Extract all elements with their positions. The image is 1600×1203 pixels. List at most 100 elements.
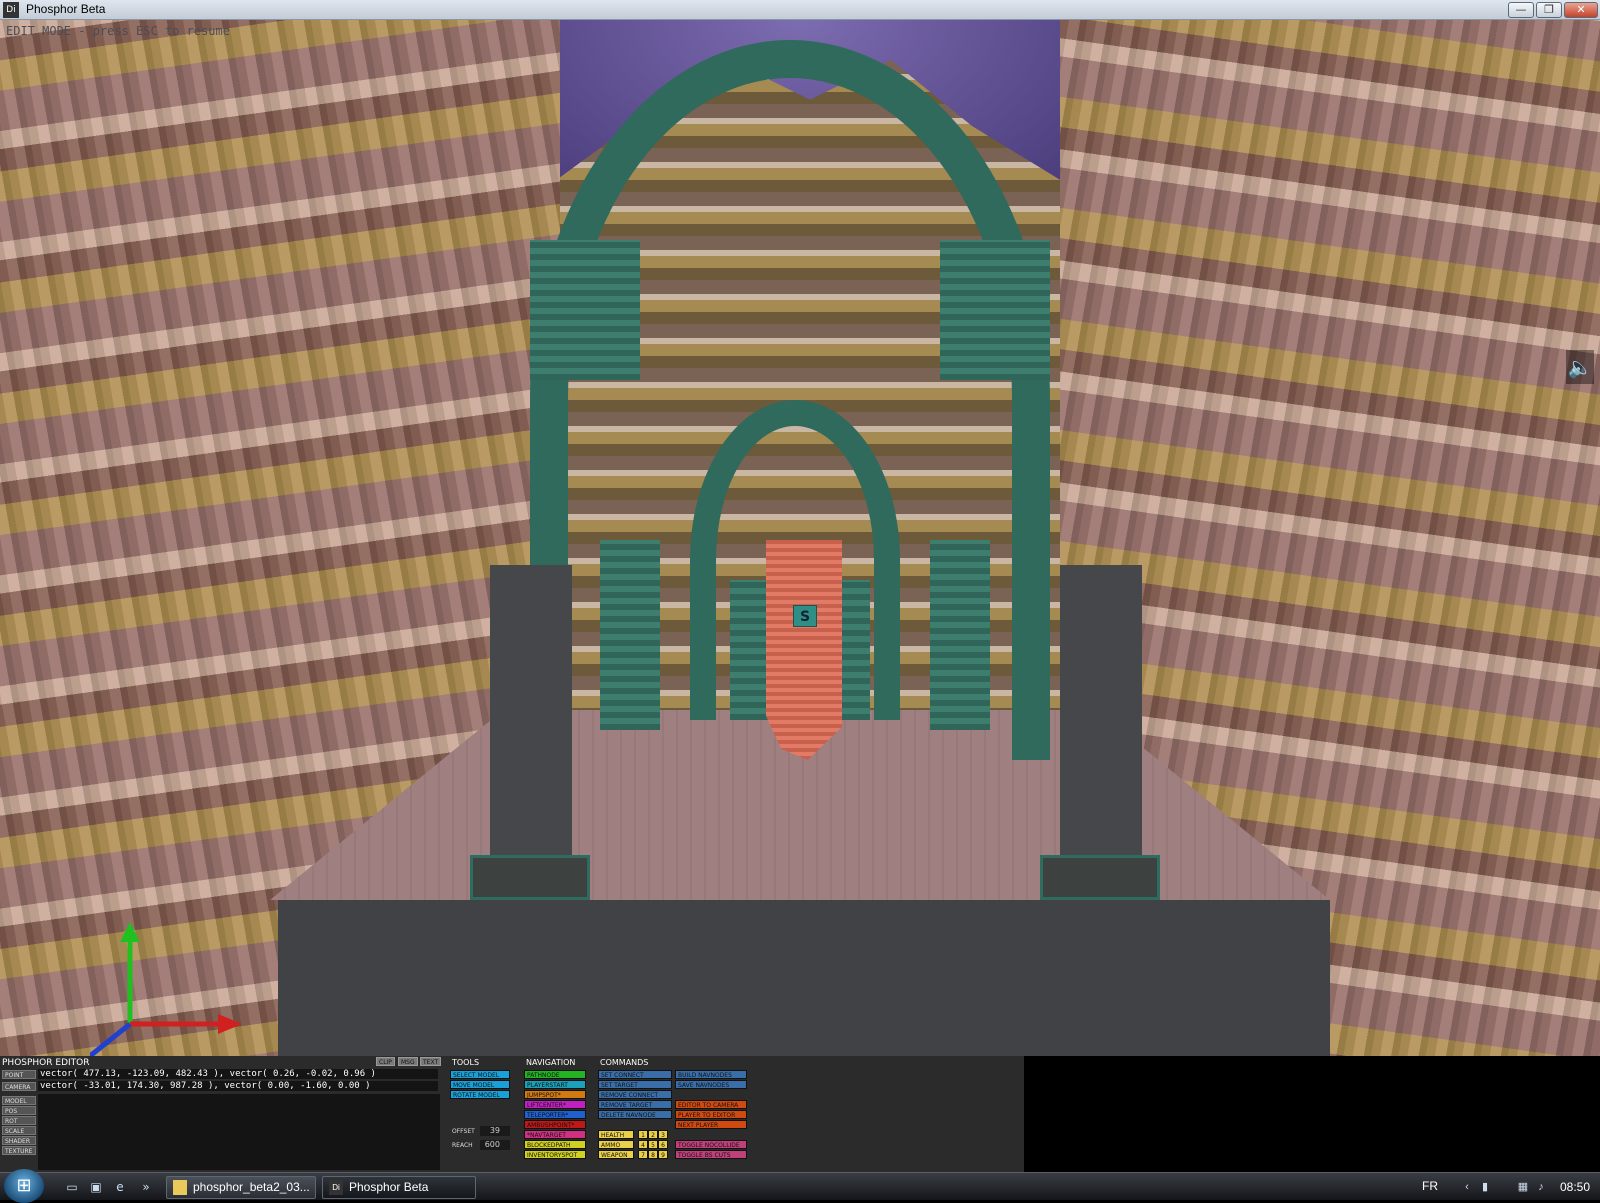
taskbar: ⊞ ▭ ▣ e » phosphor_beta2_03... Di Phosph…	[0, 1169, 1600, 1203]
app-icon: Di	[3, 2, 19, 18]
browser-icon[interactable]: e	[112, 1180, 128, 1194]
quicklaunch-overflow-icon[interactable]: »	[138, 1180, 154, 1194]
offset-stepper[interactable]: 39	[480, 1126, 510, 1136]
teleporter-button[interactable]: TELEPORTER*	[524, 1110, 586, 1119]
editor-to-camera-button[interactable]: EDITOR TO CAMERA	[675, 1100, 747, 1109]
language-indicator[interactable]: FR	[1422, 1179, 1438, 1193]
inner-column-left	[730, 580, 770, 720]
flag-text[interactable]: TEXT	[420, 1057, 442, 1066]
label-point: POINT	[2, 1070, 36, 1079]
stone-pillar-right	[1060, 565, 1142, 855]
maximize-button[interactable]: ❐	[1536, 2, 1562, 18]
label-scale: SCALE	[2, 1126, 36, 1135]
liftcenter-button[interactable]: LIFTCENTER*	[524, 1100, 586, 1109]
move-model-button[interactable]: MOVE MODEL	[450, 1080, 510, 1089]
network-icon[interactable]: ▦	[1516, 1180, 1530, 1194]
ambushpoint-button[interactable]: AMBUSHPOINT*	[524, 1120, 586, 1129]
reach-label: REACH	[452, 1142, 473, 1149]
phosphor-app-icon: Di	[329, 1180, 343, 1195]
rotate-model-button[interactable]: ROTATE MODEL	[450, 1090, 510, 1099]
set-connect-button[interactable]: SET CONNECT	[598, 1070, 672, 1079]
arch-pillar-left-upper	[530, 240, 640, 380]
reach-stepper[interactable]: 600	[480, 1140, 510, 1150]
system-tray: FR ‹ ▮ ▦ ♪ 08:50	[1410, 1173, 1600, 1201]
blockedpath-button[interactable]: BLOCKEDPATH	[524, 1140, 586, 1149]
health-slot-1[interactable]: 1	[638, 1130, 648, 1139]
editor-inner: PHOSPHOR EDITOR CLIP MSG TEXT POINT vect…	[0, 1056, 1024, 1172]
y-axis-arrow-icon	[120, 922, 140, 942]
editor-panel: PHOSPHOR EDITOR CLIP MSG TEXT POINT vect…	[0, 1056, 1600, 1172]
health-slot-3[interactable]: 3	[658, 1130, 668, 1139]
jumpspot-button[interactable]: JUMPSPOT*	[524, 1090, 586, 1099]
set-target-button[interactable]: SET TARGET	[598, 1080, 672, 1089]
pathnode-button[interactable]: PATHNODE	[524, 1070, 586, 1079]
navtarget-button[interactable]: *NAVTARGET	[524, 1130, 586, 1139]
speaker-icon[interactable]: 🔈	[1566, 350, 1594, 384]
x-axis-arrow-icon	[218, 1014, 242, 1034]
select-model-button[interactable]: SELECT MODEL	[450, 1070, 510, 1079]
label-model: MODEL	[2, 1096, 36, 1105]
toggle-nocollide-button[interactable]: TOGGLE NOCOLLIDE	[675, 1140, 747, 1149]
commands-header: COMMANDS	[600, 1058, 649, 1067]
weapon-slot-7[interactable]: 7	[638, 1150, 648, 1159]
delete-navnode-button[interactable]: DELETE NAVNODE	[598, 1110, 672, 1119]
build-navnodes-button[interactable]: BUILD NAVNODES	[675, 1070, 747, 1079]
clock[interactable]: 08:50	[1560, 1180, 1590, 1194]
arch-column-left	[600, 540, 660, 730]
minimize-button[interactable]: —	[1508, 2, 1534, 18]
label-texture: TEXTURE	[2, 1146, 36, 1155]
axis-gizmo	[90, 922, 242, 1056]
weapon-slot-8[interactable]: 8	[648, 1150, 658, 1159]
ammo-button[interactable]: AMMO	[598, 1140, 634, 1149]
flag-msg[interactable]: MSG	[398, 1057, 418, 1066]
health-slot-2[interactable]: 2	[648, 1130, 658, 1139]
remove-target-button[interactable]: REMOVE TARGET	[598, 1100, 672, 1109]
task-phosphor[interactable]: Di Phosphor Beta	[322, 1176, 476, 1199]
point-value: vector( 477.13, -123.09, 482.43 ), vecto…	[38, 1069, 438, 1079]
flag-clip[interactable]: CLIP	[376, 1057, 395, 1066]
player-start-marker[interactable]: S	[793, 605, 817, 627]
arch-pillar-right-upper	[940, 240, 1050, 380]
tools-header: TOOLS	[452, 1058, 480, 1067]
volume-icon[interactable]: ♪	[1534, 1180, 1548, 1194]
title-bar: Di Phosphor Beta — ❐ ✕	[0, 0, 1600, 20]
arch-column-right	[930, 540, 990, 730]
red-tower	[766, 540, 842, 760]
ammo-slot-6[interactable]: 6	[658, 1140, 668, 1149]
weapon-button[interactable]: WEAPON	[598, 1150, 634, 1159]
toggle-bs-cuts-button[interactable]: TOGGLE BS CUTS	[675, 1150, 747, 1159]
playerstart-button[interactable]: PLAYERSTART	[524, 1080, 586, 1089]
show-desktop-icon[interactable]: ▭	[64, 1180, 80, 1194]
weapon-slot-9[interactable]: 9	[658, 1150, 668, 1159]
ammo-slot-4[interactable]: 4	[638, 1140, 648, 1149]
pillar-base-right	[1040, 855, 1160, 900]
next-player-button[interactable]: NEXT PLAYER	[675, 1120, 747, 1129]
close-button[interactable]: ✕	[1564, 2, 1598, 18]
switch-windows-icon[interactable]: ▣	[88, 1180, 104, 1194]
ammo-slot-5[interactable]: 5	[648, 1140, 658, 1149]
task-folder-label: phosphor_beta2_03...	[193, 1180, 310, 1194]
label-rot: ROT	[2, 1116, 36, 1125]
task-folder[interactable]: phosphor_beta2_03...	[166, 1176, 316, 1199]
safely-remove-icon[interactable]: ▮	[1478, 1180, 1492, 1194]
save-navnodes-button[interactable]: SAVE NAVNODES	[675, 1080, 747, 1089]
tray-expand-icon[interactable]: ‹	[1460, 1180, 1474, 1194]
health-button[interactable]: HEALTH	[598, 1130, 634, 1139]
label-shader: SHADER	[2, 1136, 36, 1145]
player-to-editor-button[interactable]: PLAYER TO EDITOR	[675, 1110, 747, 1119]
3d-viewport[interactable]: S EDIT MODE - press ESC to resume 🔈	[0, 20, 1600, 1056]
platform	[278, 900, 1330, 1056]
folder-icon	[173, 1180, 187, 1195]
task-phosphor-label: Phosphor Beta	[349, 1180, 429, 1194]
model-properties-area[interactable]	[38, 1094, 440, 1170]
navigation-header: NAVIGATION	[526, 1058, 576, 1067]
editor-title: PHOSPHOR EDITOR	[2, 1058, 90, 1068]
window-title: Phosphor Beta	[26, 2, 106, 16]
start-button[interactable]: ⊞	[4, 1169, 44, 1203]
z-axis-icon	[90, 1022, 132, 1056]
inventoryspot-button[interactable]: INVENTORYSPOT	[524, 1150, 586, 1159]
remove-connect-button[interactable]: REMOVE CONNECT	[598, 1090, 672, 1099]
edit-mode-message: EDIT MODE - press ESC to resume	[6, 24, 230, 38]
offset-label: OFFSET	[452, 1128, 475, 1135]
label-camera: CAMERA	[2, 1082, 36, 1091]
